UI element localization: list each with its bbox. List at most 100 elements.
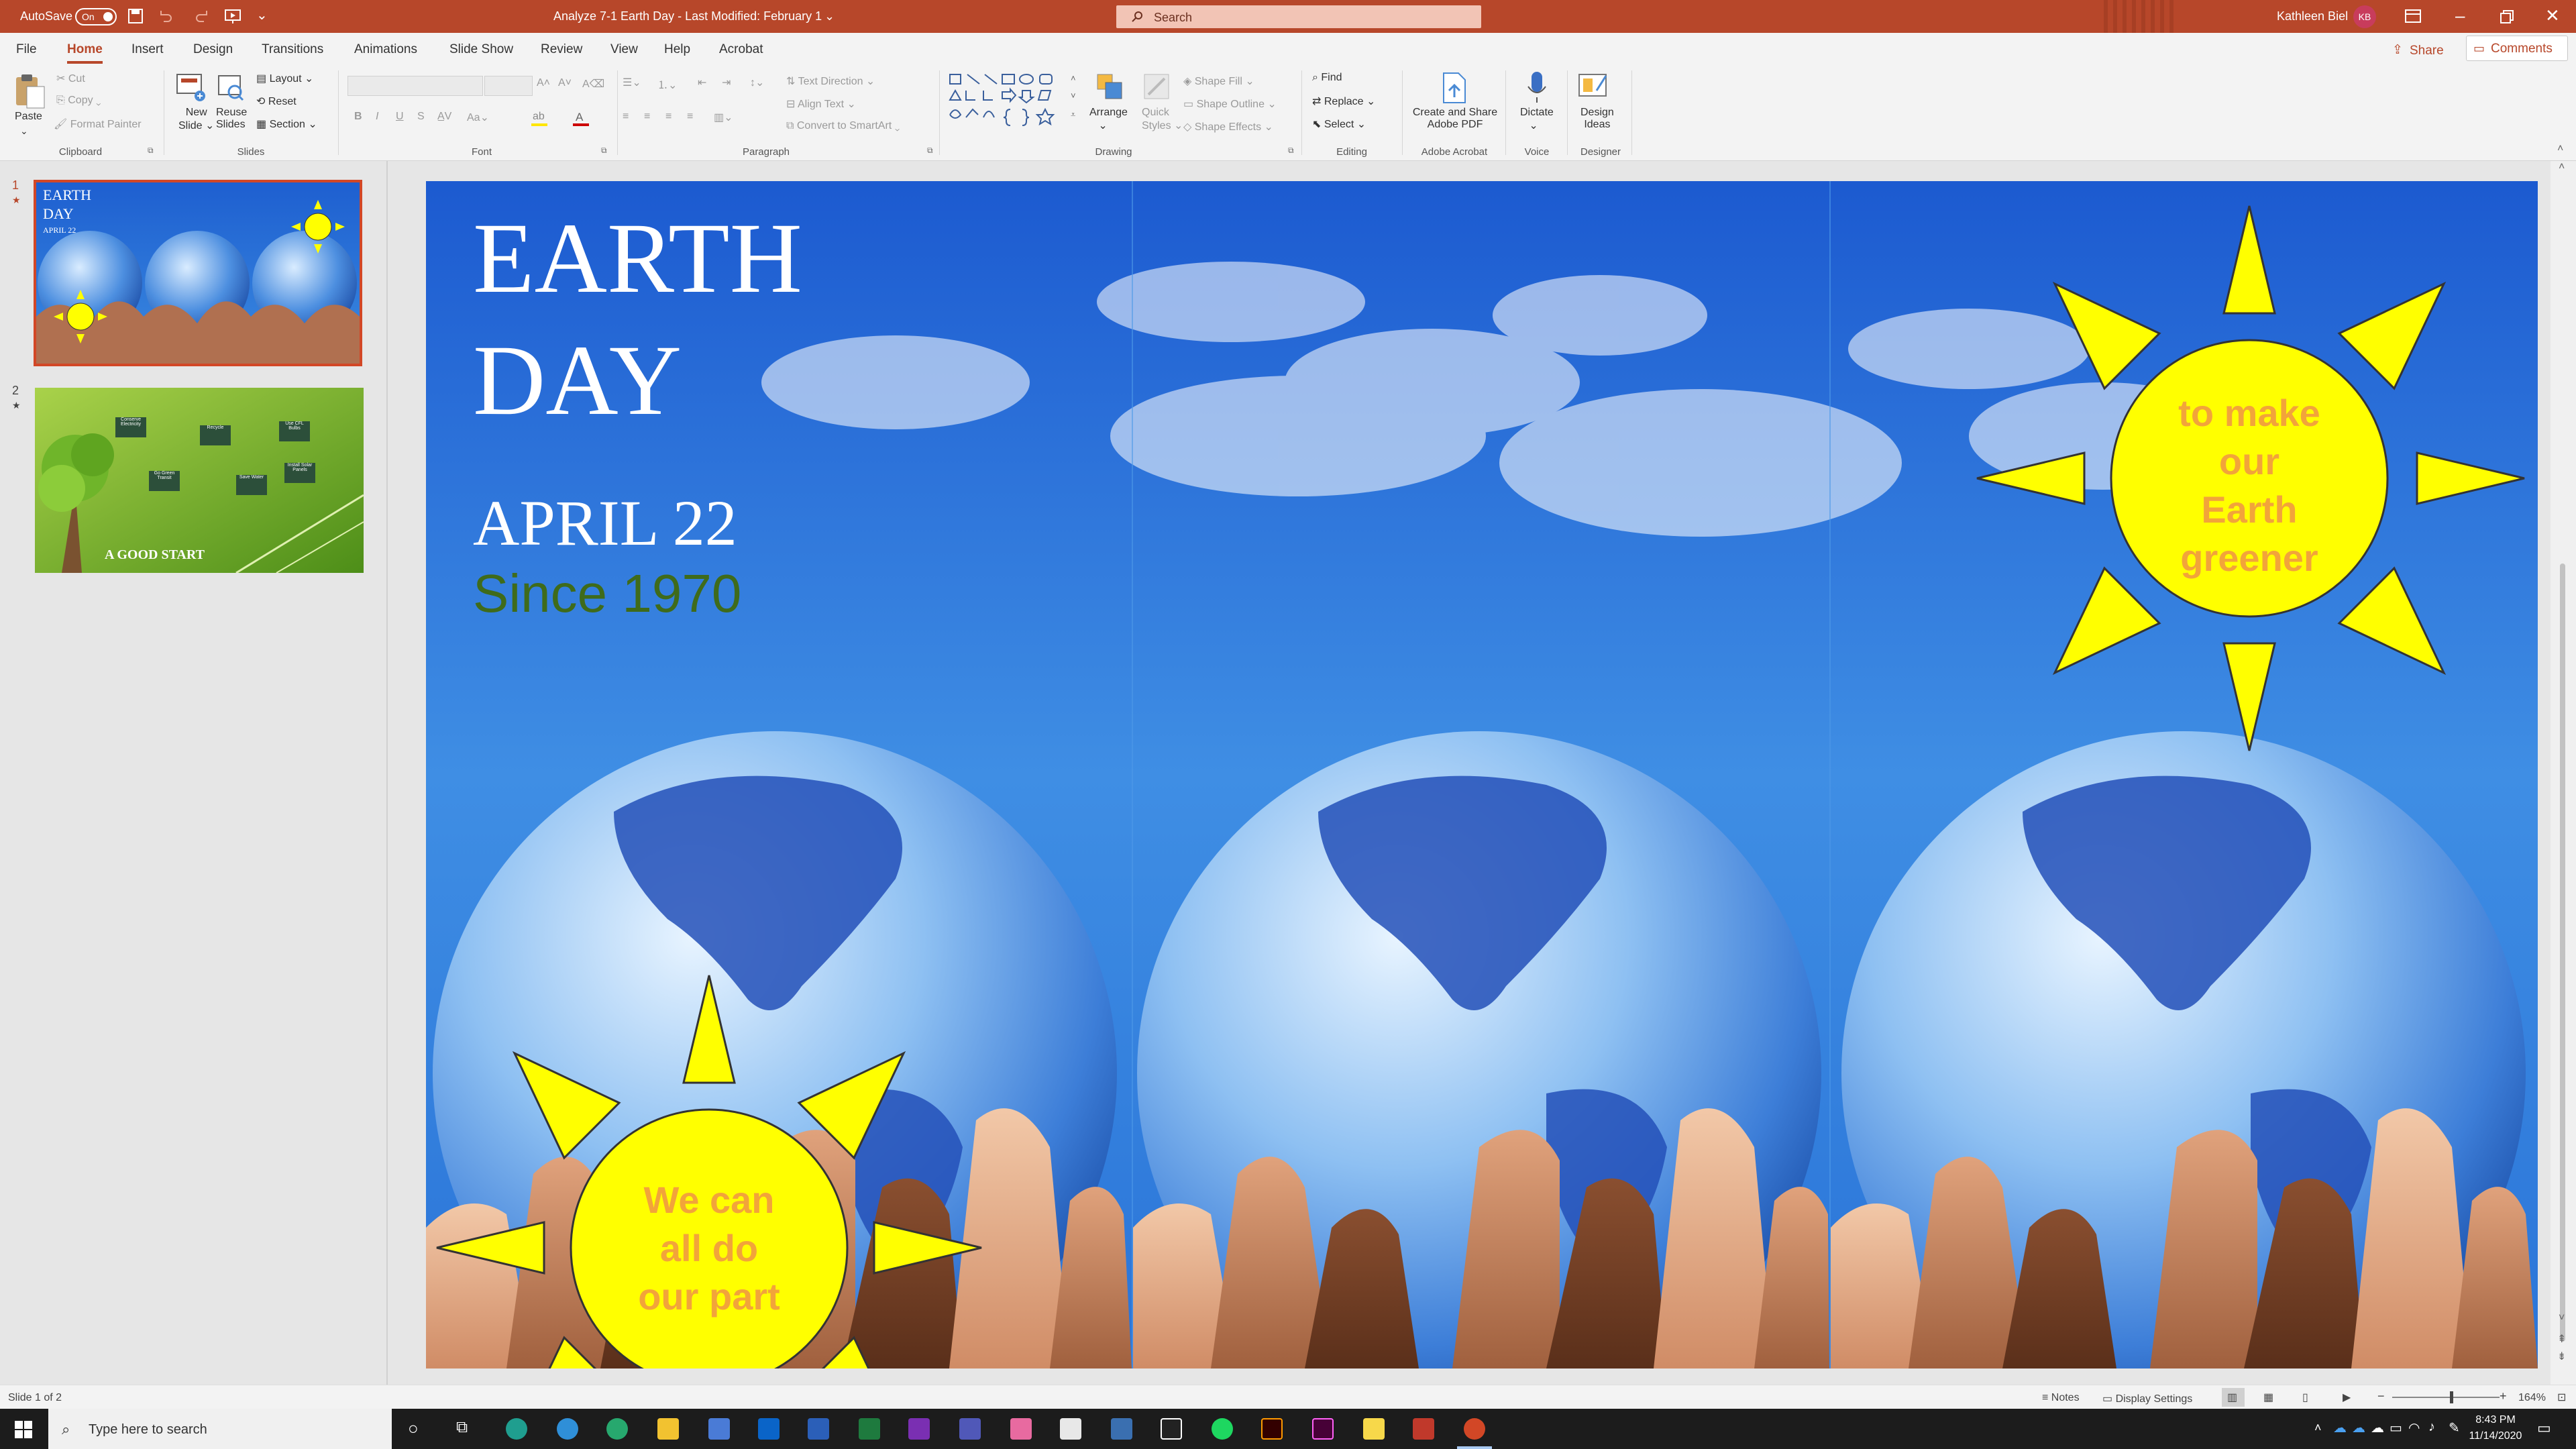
reuse-slides-icon[interactable] [216, 72, 246, 104]
clock-time[interactable]: 8:43 PM [2469, 1414, 2522, 1426]
sticky-notes-icon[interactable] [1363, 1418, 1385, 1440]
word-icon[interactable] [808, 1418, 829, 1440]
shape-fill-button[interactable]: ◈ Shape Fill ⌄ [1183, 74, 1254, 88]
tab-home[interactable]: Home [67, 42, 103, 64]
paste-button[interactable]: Paste [15, 111, 42, 123]
sun-left-text[interactable]: We can all do our part [611, 1176, 807, 1321]
document-title[interactable]: Analyze 7-1 Earth Day - Last Modified: F… [553, 9, 822, 23]
app-k-icon[interactable] [1161, 1418, 1182, 1440]
powerpoint-icon[interactable] [1464, 1418, 1485, 1440]
onenote-icon[interactable] [908, 1418, 930, 1440]
tab-acrobat[interactable]: Acrobat [719, 42, 763, 57]
reading-view-icon[interactable]: ▯ [2302, 1391, 2308, 1404]
edge-icon[interactable] [506, 1418, 527, 1440]
autosave-toggle[interactable]: On [75, 8, 117, 25]
tab-review[interactable]: Review [541, 42, 582, 57]
new-slide-icon[interactable] [176, 72, 205, 104]
zoom-slider-thumb[interactable] [2450, 1391, 2453, 1403]
drawing-launcher-icon[interactable]: ⧉ [1288, 146, 1294, 156]
notifications-icon[interactable]: ▭ [2537, 1419, 2551, 1437]
shapes-more-icon[interactable]: ⩡ [1071, 109, 1075, 120]
italic-button[interactable]: I [376, 111, 378, 123]
save-icon[interactable] [127, 8, 144, 24]
paragraph-launcher-icon[interactable]: ⧉ [927, 146, 933, 156]
arrange-icon[interactable] [1095, 72, 1124, 101]
shapes-scroll-down-icon[interactable]: ˅ [1071, 91, 1076, 101]
design-ideas-icon[interactable] [1578, 70, 1611, 104]
pane-splitter[interactable] [386, 161, 388, 1385]
search-input[interactable]: Search [1116, 5, 1481, 28]
arrange-button[interactable]: Arrange ⌄ [1089, 107, 1128, 132]
center-icon[interactable]: ≡ [644, 111, 650, 123]
bold-button[interactable]: B [354, 111, 362, 123]
tab-insert[interactable]: Insert [131, 42, 164, 57]
increase-indent-icon[interactable]: ⇥ [722, 76, 731, 89]
user-name[interactable]: Kathleen Biel [2277, 9, 2348, 23]
select-button[interactable]: ⬉ Select ⌄ [1312, 117, 1366, 131]
copy-button[interactable]: ⎘ Copy ⌄ [56, 95, 101, 107]
taskbar-search-input[interactable]: ⌕ Type here to search [48, 1409, 392, 1449]
tab-view[interactable]: View [610, 42, 638, 57]
avatar[interactable]: KB [2353, 5, 2376, 28]
snip-sketch-icon[interactable] [1413, 1418, 1434, 1440]
ribbon-display-options-icon[interactable] [2404, 9, 2422, 23]
font-color-icon[interactable]: A [572, 111, 592, 126]
title-chevron-down-icon[interactable]: ⌄ [824, 9, 835, 23]
illustrator-icon[interactable] [1261, 1418, 1283, 1440]
zoom-out-icon[interactable]: − [2377, 1389, 2385, 1403]
photos-icon[interactable] [1010, 1418, 1032, 1440]
microsoft-store-icon[interactable] [708, 1418, 730, 1440]
shape-outline-button[interactable]: ▭ Shape Outline ⌄ [1183, 97, 1277, 111]
excel-icon[interactable] [859, 1418, 880, 1440]
previous-slide-icon[interactable]: ⇞ [2557, 1332, 2566, 1346]
edge-beta-icon[interactable] [557, 1418, 578, 1440]
teams-icon[interactable] [959, 1418, 981, 1440]
font-launcher-icon[interactable]: ⧉ [601, 146, 607, 156]
tab-transitions[interactable]: Transitions [262, 42, 323, 57]
vertical-scrollbar[interactable]: ˄ ˅ ⇞ ⇟ [2551, 161, 2576, 1385]
show-hidden-icons-icon[interactable]: ˄ [2314, 1421, 2322, 1435]
grow-font-icon[interactable]: A˄ [537, 77, 550, 89]
clipboard-launcher-icon[interactable]: ⧉ [148, 146, 154, 156]
align-left-icon[interactable]: ≡ [623, 111, 629, 123]
outlook-icon[interactable] [758, 1418, 780, 1440]
highlight-color-icon[interactable]: ab [530, 111, 550, 126]
comments-button[interactable]: ▭ Comments [2466, 36, 2568, 61]
underline-button[interactable]: U [396, 111, 404, 123]
align-text-button[interactable]: ⊟ Align Text ⌄ [786, 97, 856, 111]
calculator-icon[interactable] [1111, 1418, 1132, 1440]
collapse-ribbon-icon[interactable]: ˄ [2557, 143, 2563, 155]
tab-slide-show[interactable]: Slide Show [449, 42, 513, 57]
customize-qat-icon[interactable]: ⌄ [256, 7, 268, 23]
battery-icon[interactable]: ▭ [2390, 1419, 2402, 1436]
shapes-scroll-up-icon[interactable]: ˄ [1071, 73, 1076, 83]
text-shadow-button[interactable]: S [417, 111, 425, 123]
windows-start-icon[interactable] [15, 1421, 32, 1438]
edge-dev-icon[interactable] [606, 1418, 628, 1440]
slideshow-view-icon[interactable]: ▶ [2343, 1391, 2351, 1404]
fit-slide-icon[interactable]: ⊡ [2557, 1391, 2566, 1404]
quick-styles-icon[interactable] [1142, 72, 1171, 101]
dictate-button[interactable]: Dictate ⌄ [1520, 107, 1554, 132]
bullets-icon[interactable]: ☰⌄ [623, 76, 641, 89]
volume-icon[interactable]: ♪ [2428, 1419, 2435, 1435]
tab-animations[interactable]: Animations [354, 42, 417, 57]
sun-right-text[interactable]: to make our Earth greener [2145, 389, 2354, 582]
shrink-font-icon[interactable]: A˅ [558, 77, 572, 89]
paste-chevron-down-icon[interactable]: ⌄ [20, 125, 28, 137]
slide-since-text[interactable]: Since 1970 [473, 564, 741, 624]
change-case-icon[interactable]: Aa⌄ [467, 111, 489, 124]
minimize-icon[interactable]: – [2455, 5, 2465, 26]
tab-design[interactable]: Design [193, 42, 233, 57]
tab-help[interactable]: Help [664, 42, 690, 57]
pen-icon[interactable]: ✎ [2449, 1419, 2460, 1436]
text-direction-button[interactable]: ⇅ Text Direction ⌄ [786, 74, 875, 88]
quick-styles-button[interactable]: Quick Styles ⌄ [1142, 107, 1183, 132]
design-ideas-button[interactable]: Design Ideas [1580, 107, 1614, 131]
clear-formatting-icon[interactable]: A⌫ [582, 77, 604, 91]
notes-button[interactable]: ≡ Notes [2042, 1392, 2080, 1404]
scroll-up-icon[interactable]: ˄ [2559, 161, 2565, 173]
layout-button[interactable]: ▤ Layout ⌄ [256, 72, 313, 85]
redo-icon[interactable] [195, 8, 211, 24]
file-explorer-icon[interactable] [657, 1418, 679, 1440]
